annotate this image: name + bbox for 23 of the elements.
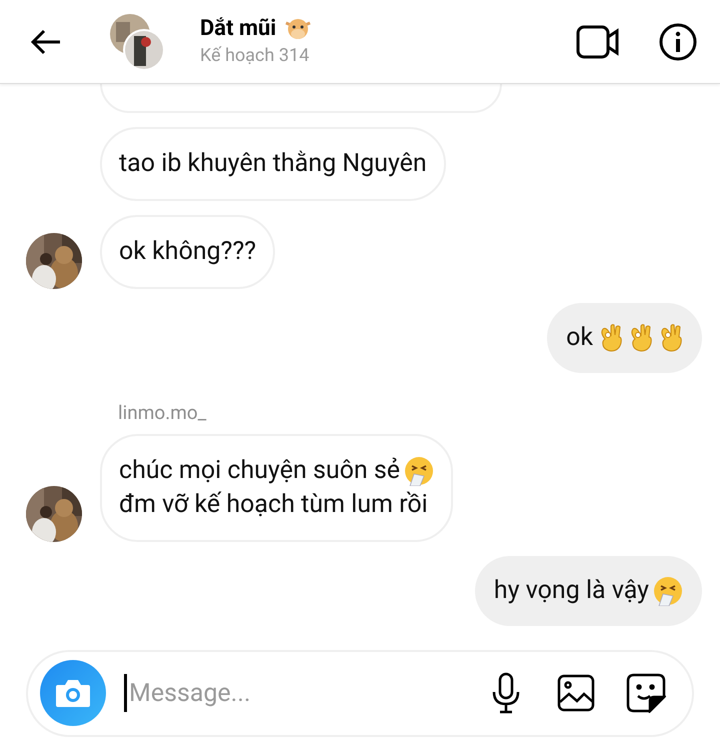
sneezing-face-icon <box>404 456 434 486</box>
chat-subtitle: Kế hoạch 314 <box>200 44 310 68</box>
camera-icon <box>54 677 92 710</box>
microphone-icon <box>490 672 522 714</box>
message-text: đm vỡ kế hoạch tùm lum rồi <box>119 490 428 518</box>
sender-name: linmo.mo_ <box>118 401 206 424</box>
message-input[interactable]: Message... <box>129 674 484 712</box>
info-icon <box>659 22 697 60</box>
chat-title: Dắt mũi <box>200 14 276 42</box>
cow-face-icon <box>284 16 312 40</box>
back-arrow-icon <box>30 28 62 56</box>
sneezing-face-icon <box>653 576 683 606</box>
video-camera-icon <box>576 24 620 58</box>
sticker-icon <box>626 673 666 714</box>
message-text: chúc mọi chuyện suôn sẻ <box>119 456 400 484</box>
camera-button[interactable] <box>40 660 106 726</box>
message-text: ok không??? <box>119 237 256 266</box>
info-button[interactable] <box>658 22 698 62</box>
message-text: tao ib khuyên thằng Nguyên <box>119 149 427 178</box>
sticker-button[interactable] <box>624 671 668 716</box>
image-icon <box>557 674 595 712</box>
message-text: ok <box>566 323 593 352</box>
message-text: hy vọng là vậy <box>494 576 649 604</box>
